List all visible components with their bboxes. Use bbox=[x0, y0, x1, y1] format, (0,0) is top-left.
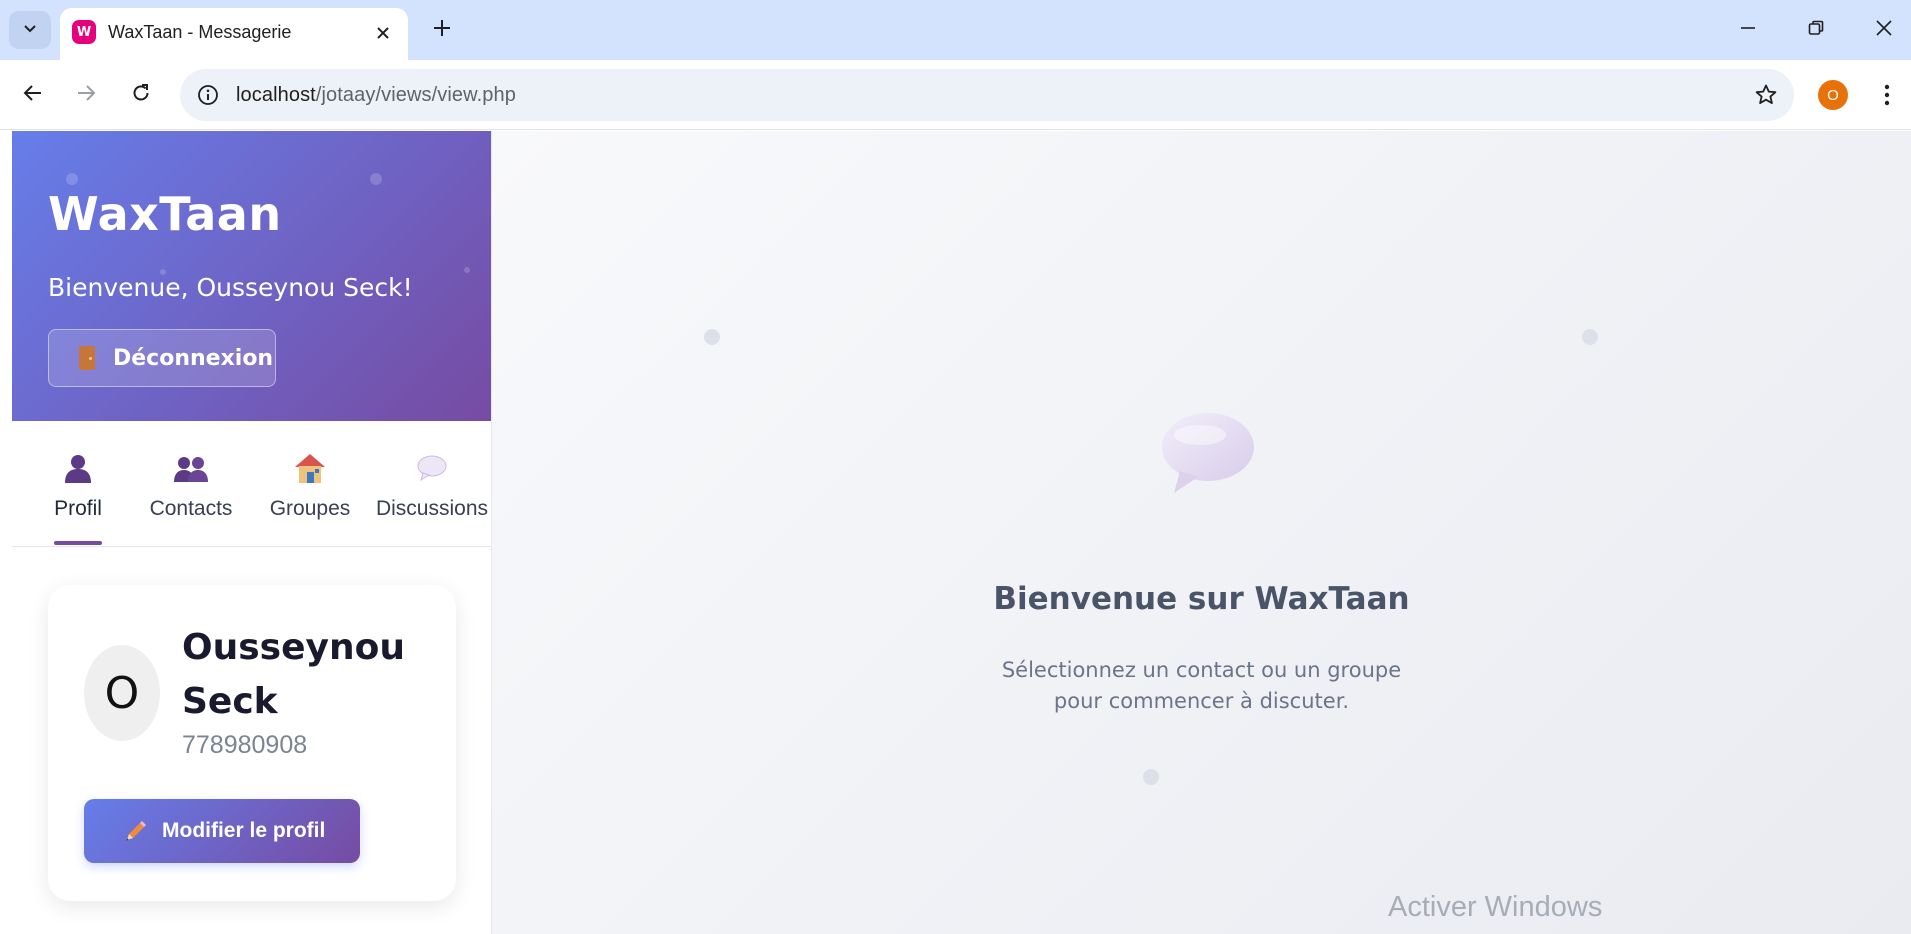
avatar: O bbox=[84, 645, 160, 741]
edit-profile-button[interactable]: Modifier le profil bbox=[84, 799, 360, 863]
speech-bubble-icon bbox=[416, 451, 448, 485]
edit-profile-label: Modifier le profil bbox=[162, 819, 326, 842]
windows-activation-watermark: Activer Windows bbox=[1388, 891, 1603, 923]
reload-icon bbox=[131, 83, 151, 108]
app-title: WaxTaan bbox=[48, 187, 282, 241]
contacts-icon bbox=[174, 451, 208, 485]
pencil-icon bbox=[122, 819, 148, 845]
welcome-subtitle: Sélectionnez un contact ou un groupe pou… bbox=[492, 655, 1911, 717]
close-icon bbox=[1876, 19, 1892, 41]
waxtaan-favicon-icon: W bbox=[72, 20, 96, 44]
chat-placeholder-area: Bienvenue sur WaxTaan Sélectionnez un co… bbox=[492, 131, 1911, 934]
decor-dot bbox=[464, 267, 470, 273]
welcome-subtitle-line1: Sélectionnez un contact ou un groupe bbox=[1001, 658, 1402, 682]
welcome-message: Bienvenue, Ousseynou Seck! bbox=[48, 273, 413, 302]
browser-toolbar: localhost/jotaay/views/view.php O bbox=[0, 60, 1911, 130]
decor-dot bbox=[1143, 769, 1159, 785]
browser-tab-active[interactable]: W WaxTaan - Messagerie bbox=[60, 8, 408, 60]
address-bar[interactable]: localhost/jotaay/views/view.php bbox=[180, 69, 1794, 121]
tab-groupes[interactable]: Groupes bbox=[255, 421, 365, 547]
sidebar: WaxTaan Bienvenue, Ousseynou Seck! Décon… bbox=[12, 131, 492, 934]
decor-dot bbox=[370, 173, 382, 185]
profile-card: O Ousseynou Seck 778980908 Modifier le p… bbox=[48, 585, 456, 901]
tab-profil-label: Profil bbox=[54, 497, 102, 520]
back-button[interactable] bbox=[13, 75, 53, 115]
bookmark-star-icon[interactable] bbox=[1752, 81, 1780, 109]
decor-dot bbox=[66, 173, 78, 185]
url-host: localhost bbox=[236, 84, 316, 106]
tab-discussions-label: Discussions bbox=[375, 497, 489, 520]
arrow-left-icon bbox=[23, 83, 43, 108]
tab-contacts-label: Contacts bbox=[149, 497, 233, 520]
tab-title: WaxTaan - Messagerie bbox=[108, 22, 292, 42]
speech-bubble-icon bbox=[1150, 409, 1260, 497]
sidebar-tabs: Profil Contacts Groupes Discussions bbox=[12, 421, 491, 547]
browser-menu-icon[interactable] bbox=[1872, 77, 1902, 113]
logout-button[interactable]: Déconnexion bbox=[48, 329, 276, 387]
close-tab-icon[interactable] bbox=[370, 20, 396, 46]
url-path: /jotaay/views/view.php bbox=[315, 84, 516, 106]
logout-label: Déconnexion bbox=[113, 346, 274, 371]
close-window-button[interactable] bbox=[1862, 8, 1906, 52]
welcome-title: Bienvenue sur WaxTaan bbox=[993, 581, 1410, 617]
minimize-icon bbox=[1740, 20, 1756, 41]
decor-dot bbox=[704, 329, 720, 345]
active-tab-indicator bbox=[54, 541, 102, 545]
tab-groupes-label: Groupes bbox=[269, 497, 351, 520]
profile-name: Ousseynou Seck bbox=[182, 627, 405, 722]
url-text[interactable]: localhost/jotaay/views/view.php bbox=[236, 84, 516, 107]
plus-icon bbox=[433, 19, 451, 42]
tab-profil[interactable]: Profil bbox=[44, 421, 112, 547]
new-tab-button[interactable] bbox=[424, 12, 460, 48]
restore-icon bbox=[1808, 20, 1824, 41]
door-icon bbox=[79, 346, 95, 370]
sidebar-header: WaxTaan Bienvenue, Ousseynou Seck! Décon… bbox=[12, 131, 491, 421]
restore-window-button[interactable] bbox=[1794, 8, 1838, 52]
house-icon bbox=[293, 451, 327, 485]
minimize-window-button[interactable] bbox=[1726, 8, 1770, 52]
tab-search-button[interactable] bbox=[9, 11, 51, 49]
forward-button[interactable] bbox=[66, 75, 106, 115]
browser-profile-avatar[interactable]: O bbox=[1818, 80, 1848, 110]
tab-discussions[interactable]: Discussions bbox=[372, 421, 491, 547]
site-info-icon[interactable] bbox=[194, 81, 222, 109]
welcome-subtitle-line2: pour commencer à discuter. bbox=[1053, 689, 1350, 713]
user-icon bbox=[62, 451, 94, 485]
tab-contacts[interactable]: Contacts bbox=[136, 421, 246, 547]
decor-dot bbox=[1582, 329, 1598, 345]
reload-button[interactable] bbox=[121, 75, 161, 115]
chevron-down-icon bbox=[22, 20, 38, 41]
profile-phone: 778980908 bbox=[182, 731, 308, 759]
browser-tab-strip: W WaxTaan - Messagerie bbox=[0, 0, 1911, 60]
app-root: WaxTaan Bienvenue, Ousseynou Seck! Décon… bbox=[0, 131, 1911, 934]
arrow-right-icon bbox=[76, 83, 96, 108]
